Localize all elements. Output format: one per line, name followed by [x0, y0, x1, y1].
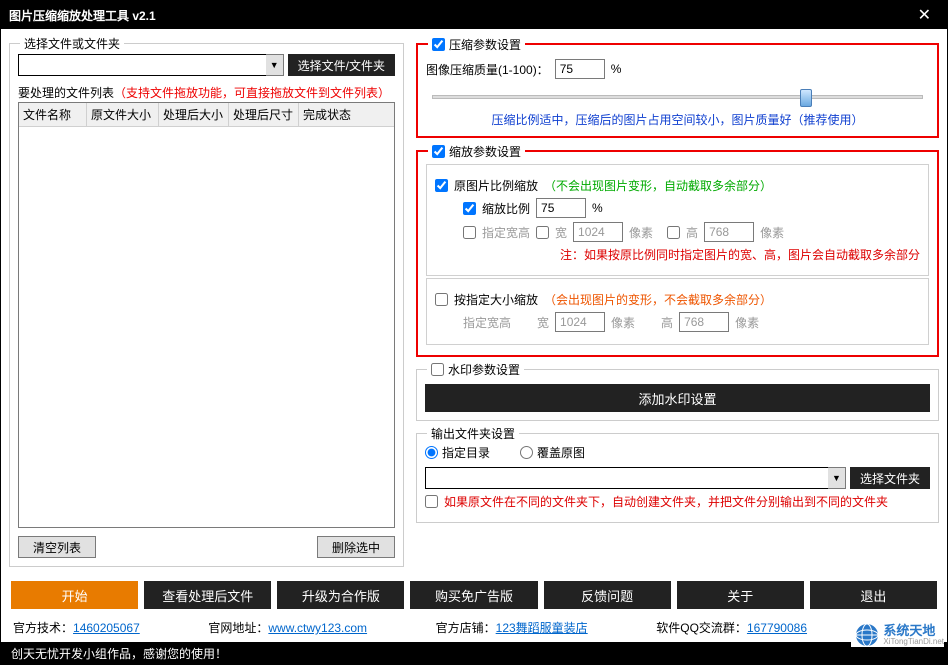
ratio-input[interactable] [536, 198, 586, 218]
th-name[interactable]: 文件名称 [19, 103, 87, 126]
fixed-h-unit: 像素 [735, 314, 759, 331]
link-row: 官方技术：1460205067 官网地址：www.ctwy123.com 官方店… [1, 615, 947, 642]
watermark-legend: 水印参数设置 [448, 361, 520, 378]
fixed-scale-checkbox[interactable] [435, 293, 448, 306]
th-new-dim[interactable]: 处理后尺寸 [229, 103, 299, 126]
output-legend: 输出文件夹设置 [427, 425, 519, 442]
select-folder-button[interactable]: 选择文件夹 [850, 467, 930, 489]
spec-wh-label: 指定宽高 [482, 224, 530, 241]
ratio-scale-hint: （不会出现图片变形，自动截取多余部分） [544, 177, 772, 194]
scale-checkbox[interactable] [432, 145, 445, 158]
watermark-sub: XiTongTianDi.net [883, 637, 944, 646]
fixed-scale-label: 按指定大小缩放 [454, 291, 538, 308]
site-link[interactable]: www.ctwy123.com [268, 621, 367, 635]
spec-wh-checkbox[interactable] [463, 226, 476, 239]
select-files-legend: 选择文件或文件夹 [20, 35, 124, 52]
tech-link[interactable]: 1460205067 [73, 621, 140, 635]
qq-link[interactable]: 167790086 [747, 621, 807, 635]
overwrite-label: 覆盖原图 [537, 444, 585, 461]
height-checkbox[interactable] [667, 226, 680, 239]
start-button[interactable]: 开始 [11, 581, 138, 609]
watermark-checkbox[interactable] [431, 363, 444, 376]
chevron-down-icon[interactable]: ▼ [828, 467, 846, 489]
quality-input[interactable] [555, 59, 605, 79]
compress-legend: 压缩参数设置 [449, 37, 521, 53]
qq-label: 软件QQ交流群： [656, 621, 747, 635]
th-new-size[interactable]: 处理后大小 [159, 103, 229, 126]
site-label: 官网地址： [208, 621, 268, 635]
output-note: 如果原文件在不同的文件夹下，自动创建文件夹，并把文件分别输出到不同的文件夹 [444, 493, 888, 510]
footer: 创天无忧开发小组作品，感谢您的使用！ [1, 642, 947, 664]
scale-note-1: 注：如果按原比例同时指定图片的宽、高，图片会自动截取多余部分 [560, 246, 920, 263]
select-files-button[interactable]: 选择文件/文件夹 [288, 54, 395, 76]
file-list-label: 要处理的文件列表 [18, 84, 114, 101]
file-path-input[interactable] [18, 54, 266, 76]
upgrade-button[interactable]: 升级为合作版 [277, 581, 404, 609]
exit-button[interactable]: 退出 [810, 581, 937, 609]
clear-list-button[interactable]: 清空列表 [18, 536, 96, 558]
ratio-checkbox[interactable] [463, 202, 476, 215]
fixed-h-label: 高 [661, 314, 673, 331]
ratio-label: 缩放比例 [482, 200, 530, 217]
file-list-hint: （支持文件拖放功能，可直接拖放文件到文件列表） [114, 84, 390, 101]
add-watermark-button[interactable]: 添加水印设置 [425, 384, 930, 412]
fixed-scale-hint: （会出现图片的变形，不会截取多余部分） [544, 291, 772, 308]
titlebar: 图片压缩缩放处理工具 v2.1 ✕ [1, 1, 947, 29]
globe-icon [855, 623, 879, 647]
view-result-button[interactable]: 查看处理后文件 [144, 581, 271, 609]
close-icon[interactable]: ✕ [910, 5, 939, 25]
scale-legend: 缩放参数设置 [449, 143, 521, 160]
file-table: 文件名称 原文件大小 处理后大小 处理后尺寸 完成状态 [18, 102, 395, 528]
select-files-panel: 选择文件或文件夹 ▼ 选择文件/文件夹 要处理的文件列表 （支持文件拖放功能，可… [9, 43, 404, 567]
width-label: 宽 [555, 224, 567, 241]
height-input[interactable] [704, 222, 754, 242]
fixed-width-input[interactable] [555, 312, 605, 332]
quality-slider[interactable] [432, 87, 923, 107]
th-status[interactable]: 完成状态 [299, 103, 394, 126]
height-unit: 像素 [760, 224, 784, 241]
output-panel: 输出文件夹设置 指定目录 覆盖原图 ▼ 选择文件夹 如果原文件在不同的文件夹下，… [416, 433, 939, 523]
ratio-scale-label: 原图片比例缩放 [454, 177, 538, 194]
height-label: 高 [686, 224, 698, 241]
watermark-logo: 系统天地XiTongTianDi.net [851, 623, 944, 647]
fixed-w-label: 宽 [537, 314, 549, 331]
shop-link[interactable]: 123舞蹈服童装店 [496, 621, 588, 635]
scale-panel: 缩放参数设置 原图片比例缩放 （不会出现图片变形，自动截取多余部分） 缩放比例 … [416, 150, 939, 357]
watermark-brand: 系统天地 [883, 624, 944, 637]
window-title: 图片压缩缩放处理工具 v2.1 [9, 7, 910, 24]
width-unit: 像素 [629, 224, 653, 241]
delete-selected-button[interactable]: 删除选中 [317, 536, 395, 558]
auto-create-folder-checkbox[interactable] [425, 495, 438, 508]
watermark-panel: 水印参数设置 添加水印设置 [416, 369, 939, 421]
specify-dir-label: 指定目录 [442, 444, 490, 461]
about-button[interactable]: 关于 [677, 581, 804, 609]
chevron-down-icon[interactable]: ▼ [266, 54, 284, 76]
tech-label: 官方技术： [13, 621, 73, 635]
ratio-scale-checkbox[interactable] [435, 179, 448, 192]
ratio-unit: % [592, 201, 603, 215]
compress-note: 压缩比例适中，压缩后的图片占用空间较小，图片质量好（推荐使用） [426, 111, 929, 128]
width-input[interactable] [573, 222, 623, 242]
buy-noads-button[interactable]: 购买免广告版 [410, 581, 537, 609]
file-table-body[interactable] [19, 127, 394, 527]
fixed-height-input[interactable] [679, 312, 729, 332]
compress-panel: 压缩参数设置 图像压缩质量(1-100)： % 压缩比例适中，压缩后的图片占用空… [416, 43, 939, 138]
specify-dir-radio[interactable] [425, 446, 438, 459]
feedback-button[interactable]: 反馈问题 [544, 581, 671, 609]
action-bar: 开始 查看处理后文件 升级为合作版 购买免广告版 反馈问题 关于 退出 [1, 575, 947, 615]
output-path-input[interactable] [425, 467, 828, 489]
fixed-w-unit: 像素 [611, 314, 635, 331]
quality-unit: % [611, 62, 622, 76]
th-orig-size[interactable]: 原文件大小 [87, 103, 159, 126]
quality-label: 图像压缩质量(1-100)： [426, 61, 549, 78]
shop-label: 官方店铺： [436, 621, 496, 635]
compress-checkbox[interactable] [432, 38, 445, 51]
overwrite-radio[interactable] [520, 446, 533, 459]
width-checkbox[interactable] [536, 226, 549, 239]
fixed-spec-label: 指定宽高 [463, 314, 511, 331]
footer-text: 创天无忧开发小组作品，感谢您的使用！ [11, 645, 227, 662]
